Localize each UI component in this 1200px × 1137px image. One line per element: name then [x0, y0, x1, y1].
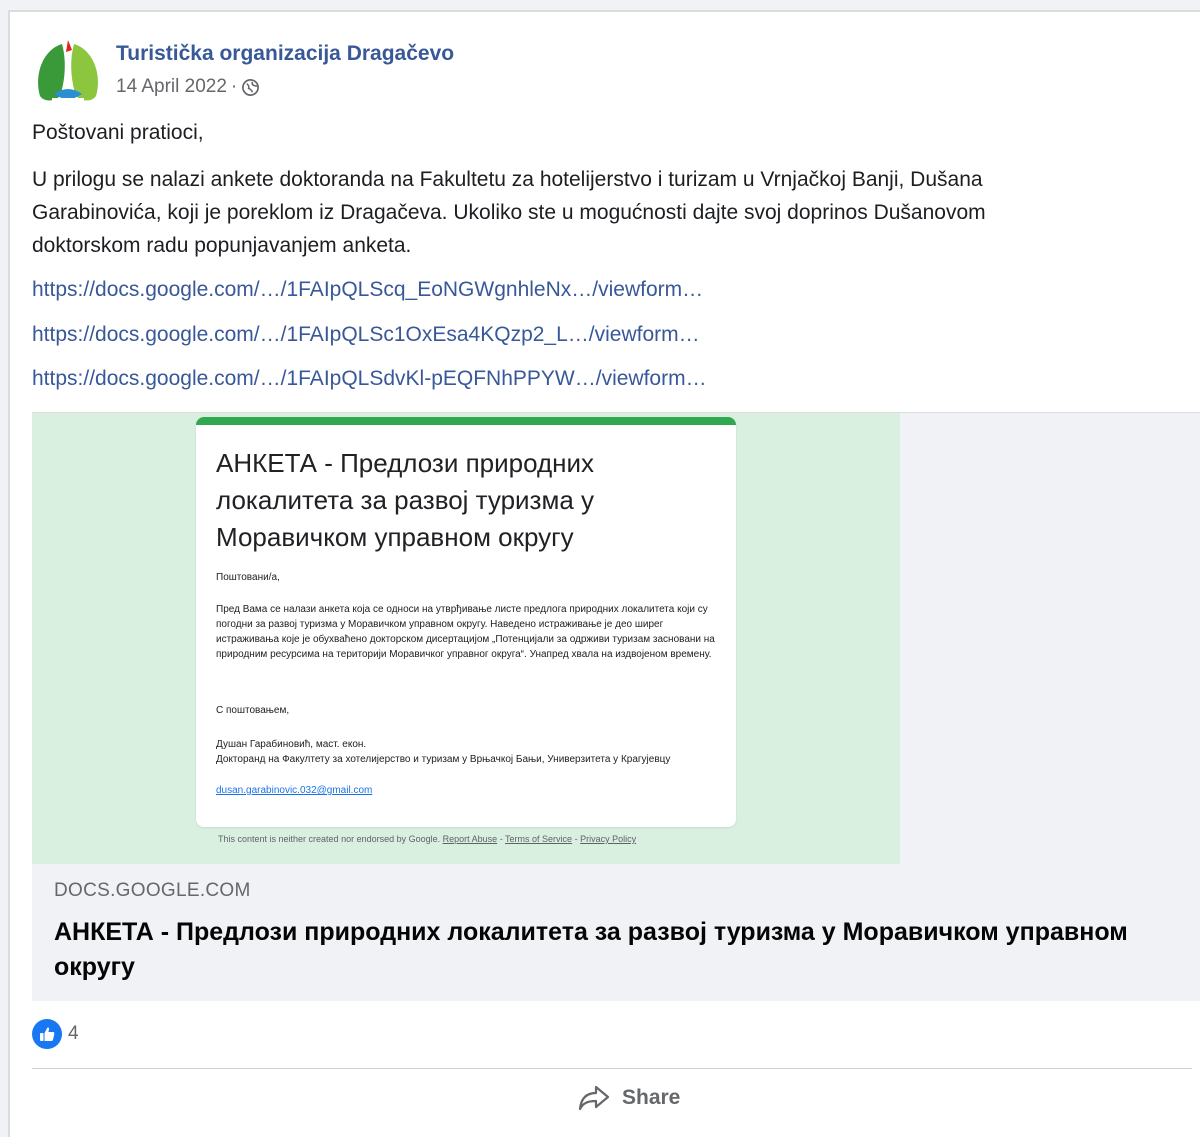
link-preview-domain: DOCS.GOOGLE.COM	[54, 880, 251, 901]
meta-separator: ·	[230, 76, 238, 97]
page-avatar[interactable]	[32, 36, 104, 108]
form-footer-sep-2: -	[572, 834, 581, 844]
form-email-line: dusan.garabinovic.032@gmail.com	[216, 783, 726, 798]
form-email-link: dusan.garabinovic.032@gmail.com	[216, 785, 373, 796]
form-regards: С поштовањем,	[216, 705, 290, 716]
link-preview-card[interactable]: АНКЕТА - Предлози природних локалитета з…	[32, 412, 1200, 1001]
link-preview-image[interactable]: АНКЕТА - Предлози природних локалитета з…	[32, 413, 900, 864]
survey-link-2[interactable]: https://docs.google.com/…/1FAIpQLSc1OxEs…	[32, 323, 700, 347]
post-date[interactable]: 14 April 2022	[116, 76, 227, 98]
page-name-link[interactable]: Turistička organizacija Dragačevo	[116, 42, 454, 66]
post-body-line-3: doktorskom radu popunjavanjem anketa.	[32, 234, 412, 257]
form-footer-terms: Terms of Service	[505, 834, 573, 844]
form-title: АНКЕТА - Предлози природних локалитета з…	[216, 448, 595, 552]
form-signature-name: Душан Гарабиновић, маст. екон.	[216, 739, 367, 750]
globe-icon[interactable]	[241, 78, 260, 97]
like-count: 4	[68, 1023, 79, 1044]
like-icon	[32, 1019, 62, 1049]
form-footer-text: This content is neither created nor endo…	[218, 834, 441, 844]
link-preview-title[interactable]: АНКЕТА - Предлози природних локалитета з…	[54, 915, 1174, 985]
share-icon	[578, 1085, 610, 1111]
form-footer: This content is neither created nor endo…	[218, 834, 636, 844]
form-greeting: Поштовани/а,	[216, 572, 280, 583]
form-footer-privacy: Privacy Policy	[580, 834, 637, 844]
post-body-line-2: Garabinovića, koji je poreklom iz Dragač…	[32, 201, 986, 224]
reactions-summary[interactable]: 4	[32, 1019, 79, 1049]
post-greeting: Poštovani pratioci,	[32, 121, 204, 144]
form-footer-report: Report Abuse	[442, 834, 498, 844]
action-divider	[32, 1068, 1192, 1069]
post-body-line-1: U prilogu se nalazi ankete doktoranda na…	[32, 168, 983, 191]
survey-link-3[interactable]: https://docs.google.com/…/1FAIpQLSdvKl-p…	[32, 367, 707, 391]
form-body: Пред Вама се налази анкета која се однос…	[216, 604, 715, 660]
form-preview-card: АНКЕТА - Предлози природних локалитета з…	[196, 417, 736, 827]
form-signature-role: Докторанд на Факултету за хотелијерство …	[216, 754, 671, 765]
post-meta: 14 April 2022 ·	[116, 76, 260, 98]
share-button[interactable]: Share	[578, 1084, 680, 1112]
share-label: Share	[622, 1086, 681, 1109]
survey-link-1[interactable]: https://docs.google.com/…/1FAIpQLScq_EoN…	[32, 278, 703, 302]
post-card: Turistička organizacija Dragačevo 14 Apr…	[8, 10, 1200, 1137]
form-footer-sep-1: -	[497, 834, 506, 844]
page-logo-icon	[38, 40, 98, 102]
